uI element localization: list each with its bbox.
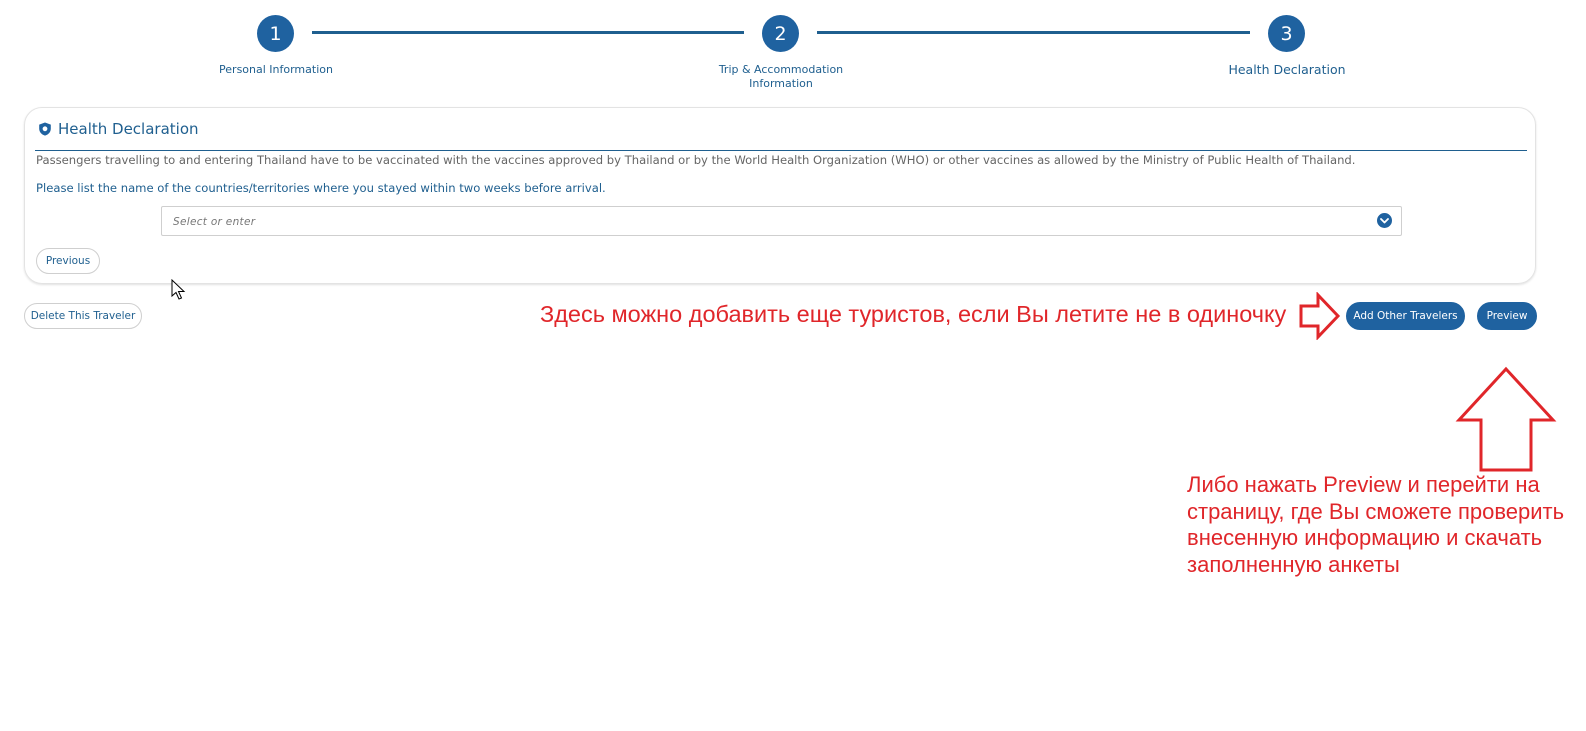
step-1-label: Personal Information	[219, 63, 333, 76]
countries-select-placeholder: Select or enter	[173, 216, 256, 228]
annotation-add-travelers: Здесь можно добавить еще туристов, если …	[540, 301, 1287, 327]
step-3-circle[interactable]: 3	[1268, 15, 1305, 52]
card-header: Health Declaration	[38, 120, 199, 138]
card-title: Health Declaration	[58, 120, 199, 138]
mouse-cursor-icon	[171, 279, 186, 300]
annotation-preview: Либо нажать Preview и перейти на страниц…	[1187, 472, 1565, 577]
step-3-label: Health Declaration	[1228, 62, 1346, 77]
arrow-right-icon	[1299, 292, 1341, 340]
delete-traveler-button[interactable]: Delete This Traveler	[24, 303, 142, 329]
shield-icon	[38, 122, 52, 136]
vaccination-note: Passengers travelling to and entering Th…	[36, 153, 1356, 167]
step-connector-1-2	[312, 31, 744, 34]
previous-button[interactable]: Previous	[36, 248, 100, 274]
step-connector-2-3	[817, 31, 1250, 34]
step-1-circle[interactable]: 1	[257, 15, 294, 52]
add-other-travelers-button[interactable]: Add Other Travelers	[1346, 302, 1465, 330]
arrow-up-icon	[1455, 366, 1557, 472]
step-2-label: Trip & Accommodation Information	[718, 63, 844, 90]
step-2-circle[interactable]: 2	[762, 15, 799, 52]
countries-question: Please list the name of the countries/te…	[36, 181, 606, 195]
chevron-down-icon[interactable]	[1377, 213, 1392, 228]
countries-select[interactable]: Select or enter	[161, 206, 1402, 236]
card-title-divider	[35, 150, 1527, 151]
preview-button[interactable]: Preview	[1477, 302, 1537, 330]
health-declaration-card: Health Declaration Passengers travelling…	[24, 107, 1536, 284]
